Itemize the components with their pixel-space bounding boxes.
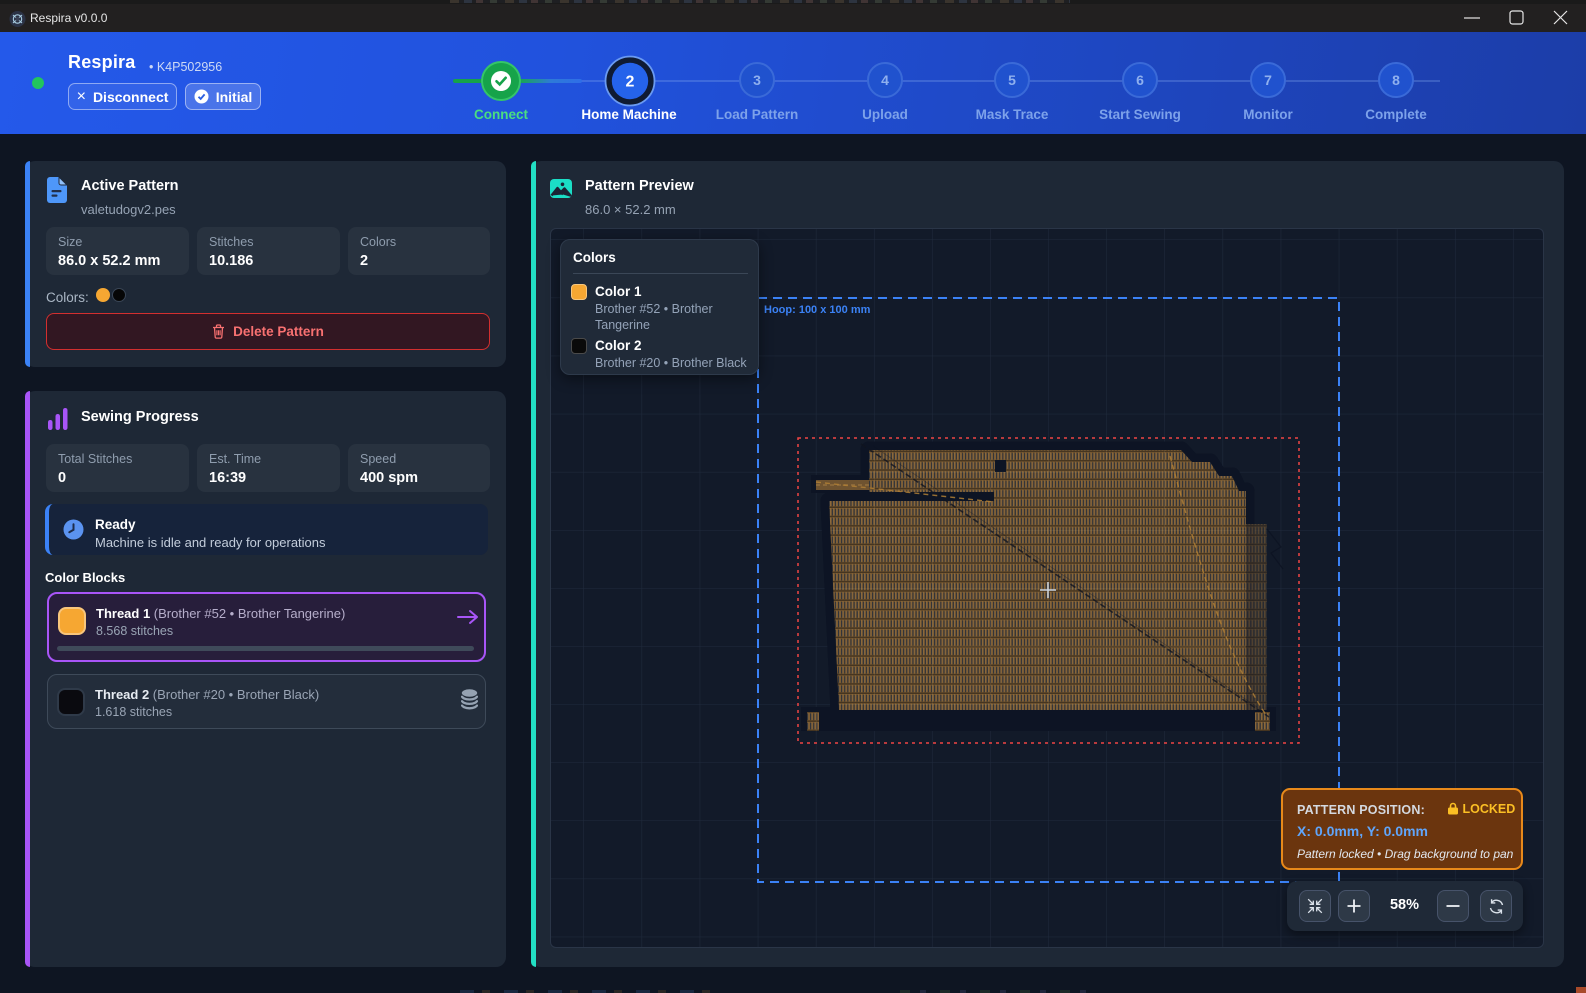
svg-text:Hoop: 100 x 100 mm: Hoop: 100 x 100 mm (764, 304, 871, 316)
svg-text:2: 2 (626, 74, 635, 91)
